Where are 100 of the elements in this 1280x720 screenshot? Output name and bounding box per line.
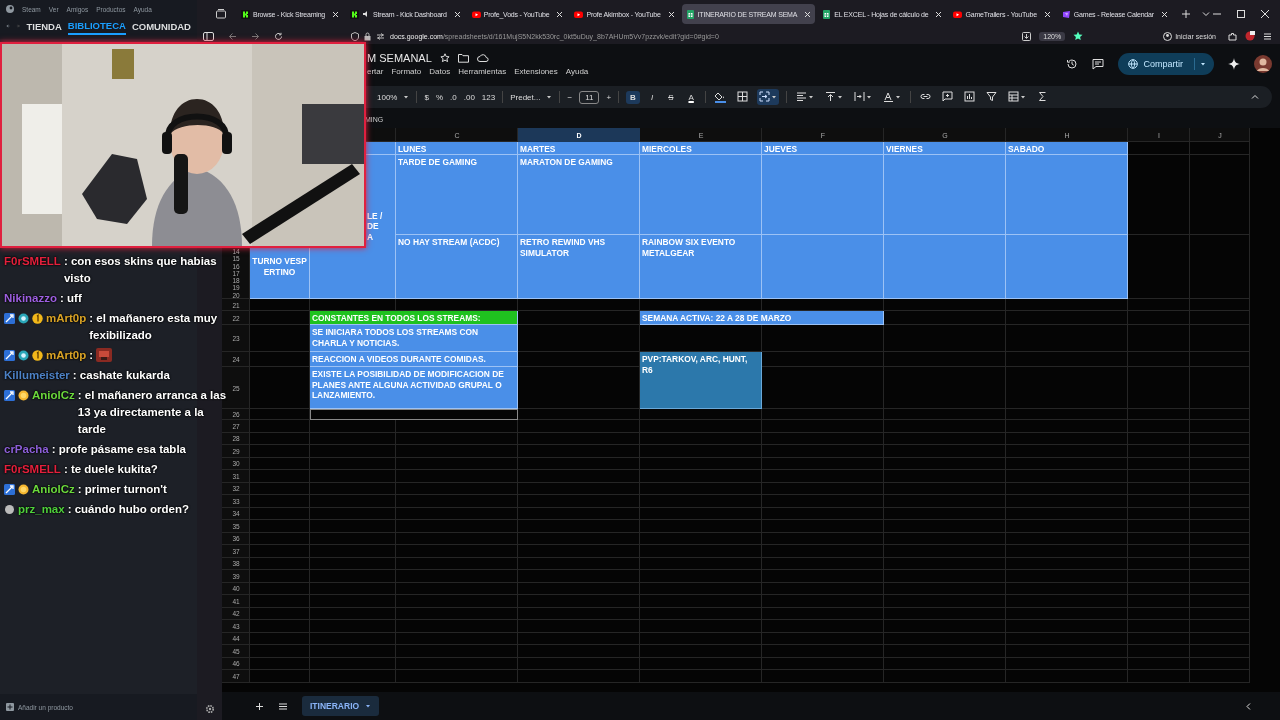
- table-view-button[interactable]: [1005, 89, 1028, 105]
- chat-username[interactable]: mArt0p: [46, 310, 87, 327]
- menu-item[interactable]: Herramientas: [458, 67, 507, 76]
- forward-icon[interactable]: [251, 31, 260, 41]
- star-icon[interactable]: [439, 53, 450, 63]
- caret-icon[interactable]: [770, 94, 777, 100]
- close-icon[interactable]: [453, 10, 461, 18]
- caret-icon[interactable]: [836, 94, 843, 100]
- collapse-icon[interactable]: [1250, 92, 1260, 102]
- version-history-icon[interactable]: [1066, 58, 1079, 70]
- chat-username[interactable]: Nikinazzo: [4, 290, 58, 307]
- nav-tab[interactable]: BIBLIOTECA: [67, 17, 126, 35]
- close-icon[interactable]: [667, 10, 675, 18]
- chat-username[interactable]: AniolCz: [32, 387, 75, 404]
- settings-icon[interactable]: [204, 704, 215, 714]
- caret-icon[interactable]: [546, 94, 553, 100]
- format-toggle[interactable]: S: [664, 90, 678, 104]
- close-icon[interactable]: [804, 10, 812, 18]
- toolbar-button[interactable]: %: [435, 92, 444, 102]
- folder-icon[interactable]: [457, 53, 469, 63]
- back-icon[interactable]: [228, 31, 237, 41]
- dropdown[interactable]: 100%: [377, 92, 410, 102]
- chat-text: : profe pásame esa tabla: [51, 442, 186, 457]
- sheet-tab[interactable]: ITINERARIO: [302, 696, 380, 716]
- back-icon[interactable]: [6, 21, 11, 31]
- caret-icon[interactable]: [1019, 94, 1026, 100]
- menu-item[interactable]: Formato: [391, 67, 422, 76]
- chat-username[interactable]: AniolCz: [32, 481, 75, 498]
- save-page-icon[interactable]: [1022, 31, 1032, 41]
- toolbar-button[interactable]: .0: [450, 92, 457, 102]
- borders-button[interactable]: [734, 89, 750, 105]
- close-icon[interactable]: [1043, 10, 1051, 18]
- chat-username[interactable]: crPacha: [4, 441, 49, 458]
- caret-icon[interactable]: [403, 94, 410, 100]
- format-toggle[interactable]: A: [684, 90, 698, 104]
- cell-text: PVP:TARKOV, ARC, HUNT, R6: [642, 354, 748, 375]
- extension-badge-icon[interactable]: [1245, 31, 1255, 41]
- chevron-left-icon[interactable]: [1245, 701, 1252, 711]
- comment-icon: [941, 91, 953, 103]
- toolbar-button[interactable]: 123: [481, 92, 496, 102]
- document-title[interactable]: M SEMANAL: [367, 52, 432, 64]
- menu-item[interactable]: ertar: [367, 67, 384, 76]
- chart-button[interactable]: [961, 89, 977, 105]
- close-icon[interactable]: [1260, 9, 1270, 19]
- chat-username[interactable]: prz_max: [18, 501, 65, 518]
- caret-icon[interactable]: [365, 703, 372, 709]
- sheets-favicon-icon: [822, 9, 832, 19]
- text-wrap-icon: [853, 91, 865, 103]
- new-tab-icon[interactable]: [1180, 9, 1191, 19]
- bookmark-star-icon[interactable]: [1073, 31, 1084, 41]
- caret-icon[interactable]: [865, 94, 872, 100]
- font-size-field[interactable]: 11: [579, 90, 600, 104]
- cell-text: CONSTANTES EN TODOS LOS STREAMS:: [312, 313, 481, 323]
- sparkle-icon[interactable]: [1228, 58, 1240, 70]
- toolbar-button[interactable]: −: [567, 92, 573, 102]
- toolbar-button[interactable]: $: [424, 92, 429, 102]
- avatar-icon[interactable]: [1254, 55, 1272, 73]
- chat-text: : el mañanero arranca a las 13 ya directamente a la tarde: [77, 388, 228, 437]
- chat-username[interactable]: F0rSMELL: [4, 253, 61, 270]
- lock-icon: [364, 31, 371, 41]
- caret-icon[interactable]: [894, 94, 901, 100]
- chat-username[interactable]: mArt0p: [46, 347, 87, 364]
- add-sheet-icon[interactable]: [255, 701, 264, 711]
- chevron-down-icon[interactable]: [1200, 9, 1211, 19]
- align-left-icon: [795, 91, 807, 103]
- extensions-icon[interactable]: [1228, 31, 1237, 41]
- menu-item[interactable]: Extensiones: [514, 67, 558, 76]
- plus-icon[interactable]: [6, 703, 14, 711]
- steam-logo-icon[interactable]: [6, 5, 14, 13]
- close-icon[interactable]: [935, 10, 943, 18]
- sidebar-icon[interactable]: [203, 31, 214, 41]
- close-icon[interactable]: [332, 10, 340, 18]
- chat-username[interactable]: F0rSMELL: [4, 461, 61, 478]
- caret-icon[interactable]: [1200, 61, 1206, 67]
- menu-icon[interactable]: [1263, 31, 1272, 41]
- table-view-icon: [1007, 91, 1019, 103]
- games-favicon-icon: [1061, 9, 1071, 19]
- cloud-icon[interactable]: [476, 53, 489, 63]
- nav-tab[interactable]: TIENDA: [26, 18, 62, 34]
- cell-text: RETRO REWIND VHS SIMULATOR: [520, 237, 606, 258]
- borders-icon: [736, 91, 748, 103]
- all-sheets-icon[interactable]: [278, 701, 288, 711]
- close-icon[interactable]: [1160, 10, 1168, 18]
- chat-username[interactable]: Killumeister: [4, 367, 70, 384]
- dropdown[interactable]: Predet...: [510, 92, 553, 102]
- format-toggle[interactable]: B: [626, 90, 640, 104]
- merge-cells-button[interactable]: [756, 89, 779, 105]
- format-toggle[interactable]: I: [646, 90, 658, 104]
- share-button[interactable]: Compartir: [1118, 53, 1214, 75]
- maximize-icon[interactable]: [1236, 9, 1246, 19]
- comments-icon[interactable]: [1092, 58, 1105, 70]
- menu-item[interactable]: Datos: [429, 67, 451, 76]
- close-icon[interactable]: [556, 10, 564, 18]
- nav-tab[interactable]: COMUNIDAD: [131, 18, 191, 34]
- caret-icon[interactable]: [807, 94, 814, 100]
- tab-groups-icon[interactable]: [215, 8, 227, 20]
- reload-icon[interactable]: [274, 31, 283, 41]
- menu-item[interactable]: Ayuda: [565, 67, 589, 76]
- toolbar-button[interactable]: +: [606, 92, 612, 102]
- toolbar-button[interactable]: .00: [463, 92, 475, 102]
